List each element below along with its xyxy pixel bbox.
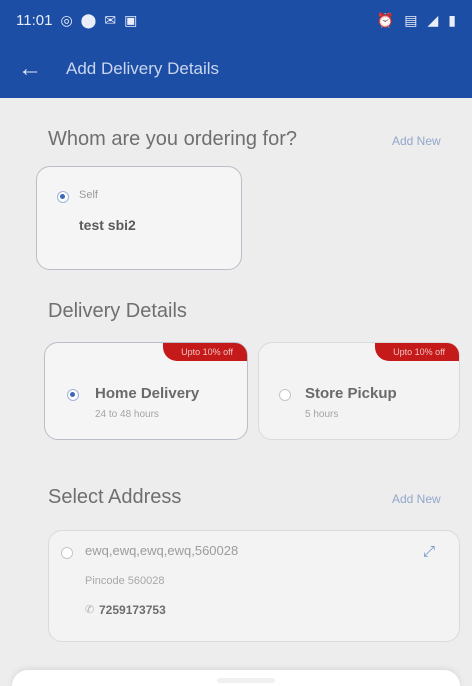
whatsapp-icon: ◎	[60, 12, 73, 28]
recipient-name: test sbi2	[79, 217, 136, 233]
status-left: 11:01 ◎ ⬤ ✉ ▣	[16, 12, 137, 29]
delivery-section-title: Delivery Details	[48, 300, 187, 322]
app-bar: ← Add Delivery Details	[0, 40, 472, 98]
alarm-icon: ⏰	[376, 12, 395, 28]
address-line: ewq,ewq,ewq,ewq,560028	[85, 543, 239, 558]
address-radio[interactable]	[61, 547, 73, 559]
store-pickup-radio[interactable]	[279, 389, 291, 401]
battery-icon: ▮	[448, 12, 456, 28]
home-delivery-subtitle: 24 to 48 hours	[95, 409, 159, 420]
home-delivery-radio[interactable]	[67, 389, 79, 401]
address-pincode: Pincode 560028	[85, 575, 165, 587]
recipient-radio[interactable]	[57, 191, 69, 203]
back-arrow-icon[interactable]: ←	[18, 55, 42, 83]
bottom-sheet[interactable]	[12, 670, 460, 686]
recipient-card[interactable]: Self test sbi2	[36, 166, 242, 270]
recipient-section-title: Whom are you ordering for?	[48, 128, 298, 150]
status-bar: 11:01 ◎ ⬤ ✉ ▣ ⏰ ▤ ◢ ▮	[0, 0, 472, 40]
signal-icon: ◢	[427, 12, 439, 28]
store-pickup-title: Store Pickup	[305, 385, 397, 402]
main-content: Whom are you ordering for? Add New Self …	[0, 98, 472, 686]
home-delivery-offer-badge: Upto 10% off	[163, 343, 247, 361]
recipient-label: Self	[79, 189, 98, 201]
address-phone: 7259173753	[99, 603, 166, 617]
location-icon: ⬤	[80, 12, 97, 28]
edit-address-icon[interactable]: ⤢	[423, 543, 435, 560]
home-delivery-option[interactable]: Upto 10% off Home Delivery 24 to 48 hour…	[44, 342, 248, 440]
status-right: ⏰ ▤ ◢ ▮	[377, 13, 456, 27]
data-icon: ▤	[404, 12, 418, 28]
add-address-link[interactable]: Add New	[392, 492, 441, 506]
gmail-icon: ✉	[104, 12, 117, 28]
bottom-sheet-handle[interactable]	[217, 678, 275, 683]
gallery-icon: ▣	[124, 12, 138, 28]
store-pickup-option[interactable]: Upto 10% off Store Pickup 5 hours	[258, 342, 460, 440]
address-card[interactable]: ewq,ewq,ewq,ewq,560028 ⤢ Pincode 560028 …	[48, 530, 460, 642]
page-title: Add Delivery Details	[66, 59, 220, 78]
screen: 11:01 ◎ ⬤ ✉ ▣ ⏰ ▤ ◢ ▮ ← Add Delivery Det…	[0, 0, 472, 686]
home-delivery-title: Home Delivery	[95, 385, 200, 402]
status-time: 11:01	[16, 11, 53, 29]
phone-icon: ✆	[85, 604, 95, 616]
address-section-title: Select Address	[48, 486, 182, 508]
add-recipient-link[interactable]: Add New	[392, 134, 441, 148]
store-pickup-offer-badge: Upto 10% off	[375, 343, 459, 361]
store-pickup-subtitle: 5 hours	[305, 409, 339, 420]
